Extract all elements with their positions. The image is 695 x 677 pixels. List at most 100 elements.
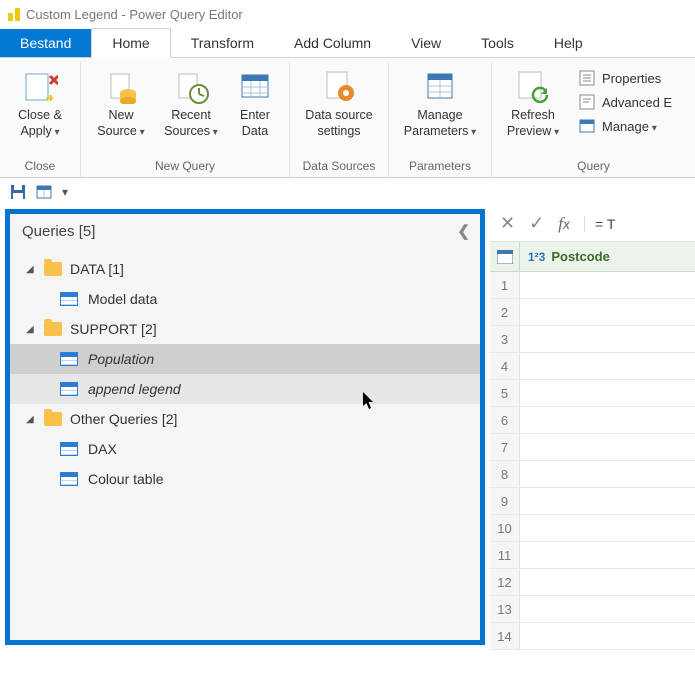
cell[interactable] [520,326,695,352]
table-icon[interactable] [36,184,52,200]
query-label: DAX [88,441,117,457]
row-number: 5 [490,380,520,406]
cell[interactable] [520,488,695,514]
folder-other-queries[interactable]: ◢ Other Queries [2] [10,404,480,434]
cell[interactable] [520,380,695,406]
table-row[interactable]: 13 [490,596,695,623]
advanced-editor-button[interactable]: Advanced E [572,92,678,112]
row-number: 4 [490,353,520,379]
query-colour-table[interactable]: Colour table [10,464,480,494]
query-model-data[interactable]: Model data [10,284,480,314]
advanced-editor-label: Advanced E [602,95,672,110]
ribbon: Close & Apply Close New Source Recent So… [0,58,695,178]
query-label: Model data [88,291,157,307]
tab-file[interactable]: Bestand [0,29,91,57]
query-append-legend[interactable]: append legend [10,374,480,404]
table-row[interactable]: 5 [490,380,695,407]
quick-access-toolbar: ▾ [0,178,695,206]
title-bar: Custom Legend - Power Query Editor [0,0,695,28]
cell[interactable] [520,569,695,595]
table-row[interactable]: 4 [490,353,695,380]
new-source-button[interactable]: New Source [89,64,153,139]
manage-button[interactable]: Manage [572,116,678,136]
expand-icon: ◢ [26,324,36,335]
tab-transform[interactable]: Transform [171,29,274,57]
expand-icon: ◢ [26,264,36,275]
cell[interactable] [520,353,695,379]
table-row[interactable]: 12 [490,569,695,596]
tab-view[interactable]: View [391,29,461,57]
save-icon[interactable] [10,184,26,200]
row-number: 3 [490,326,520,352]
properties-button[interactable]: Properties [572,68,678,88]
data-view: ✕ ✓ fx = T 1²3 Postcode 1234567891011121… [490,206,695,650]
group-label-query: Query [492,157,695,177]
folder-label: Other Queries [2] [70,411,177,427]
enter-data-button[interactable]: Enter Data [229,64,281,139]
cell[interactable] [520,407,695,433]
table-icon [60,352,78,366]
table-row[interactable]: 1 [490,272,695,299]
column-name: Postcode [551,249,610,264]
query-small-buttons: Properties Advanced E Manage [572,64,678,136]
column-header-postcode[interactable]: 1²3 Postcode [520,249,695,264]
folder-icon [44,322,62,336]
manage-parameters-button[interactable]: Manage Parameters [397,64,483,139]
tab-home[interactable]: Home [91,28,170,58]
group-label-data-sources: Data Sources [290,157,388,177]
cell[interactable] [520,299,695,325]
table-row[interactable]: 9 [490,488,695,515]
queries-tree: ◢ DATA [1] Model data ◢ SUPPORT [2] Popu… [10,248,480,504]
qat-customize[interactable]: ▾ [62,185,68,199]
collapse-pane-icon[interactable]: ❮ [457,222,470,240]
group-label-new-query: New Query [81,157,289,177]
cell[interactable] [520,515,695,541]
cell[interactable] [520,596,695,622]
refresh-preview-icon [515,68,551,104]
ribbon-tabs: Bestand Home Transform Add Column View T… [0,28,695,58]
row-number: 14 [490,623,520,649]
table-row[interactable]: 10 [490,515,695,542]
ribbon-group-data-sources: Data source settings Data Sources [290,62,389,177]
cell[interactable] [520,272,695,298]
fx-icon[interactable]: fx [558,214,570,234]
table-row[interactable]: 8 [490,461,695,488]
table-row[interactable]: 14 [490,623,695,650]
table-row[interactable]: 2 [490,299,695,326]
cell[interactable] [520,434,695,460]
recent-sources-label: Recent Sources [164,108,218,139]
row-number: 8 [490,461,520,487]
query-population[interactable]: Population [10,344,480,374]
refresh-preview-button[interactable]: Refresh Preview [500,64,566,139]
grid-header: 1²3 Postcode [490,242,695,272]
table-row[interactable]: 6 [490,407,695,434]
ribbon-group-parameters: Manage Parameters Parameters [389,62,492,177]
tab-help[interactable]: Help [534,29,603,57]
data-source-settings-button[interactable]: Data source settings [298,64,380,139]
accept-formula-icon[interactable]: ✓ [529,213,544,234]
tab-tools[interactable]: Tools [461,29,534,57]
recent-sources-button[interactable]: Recent Sources [159,64,223,139]
tab-add-column[interactable]: Add Column [274,29,391,57]
folder-icon [44,412,62,426]
grid-corner-button[interactable] [490,242,520,271]
group-label-close: Close [0,157,80,177]
new-source-icon [103,68,139,104]
cancel-formula-icon[interactable]: ✕ [500,213,515,234]
manage-parameters-icon [422,68,458,104]
table-row[interactable]: 7 [490,434,695,461]
folder-data[interactable]: ◢ DATA [1] [10,254,480,284]
queries-header: Queries [5] ❮ [10,214,480,248]
table-row[interactable]: 3 [490,326,695,353]
close-and-apply-button[interactable]: Close & Apply [8,64,72,139]
row-number: 2 [490,299,520,325]
manage-label: Manage [602,119,657,134]
folder-support[interactable]: ◢ SUPPORT [2] [10,314,480,344]
table-row[interactable]: 11 [490,542,695,569]
new-source-label: New Source [97,108,144,139]
cell[interactable] [520,623,695,649]
cell[interactable] [520,542,695,568]
query-dax[interactable]: DAX [10,434,480,464]
cell[interactable] [520,461,695,487]
formula-text[interactable]: = T [584,216,685,232]
